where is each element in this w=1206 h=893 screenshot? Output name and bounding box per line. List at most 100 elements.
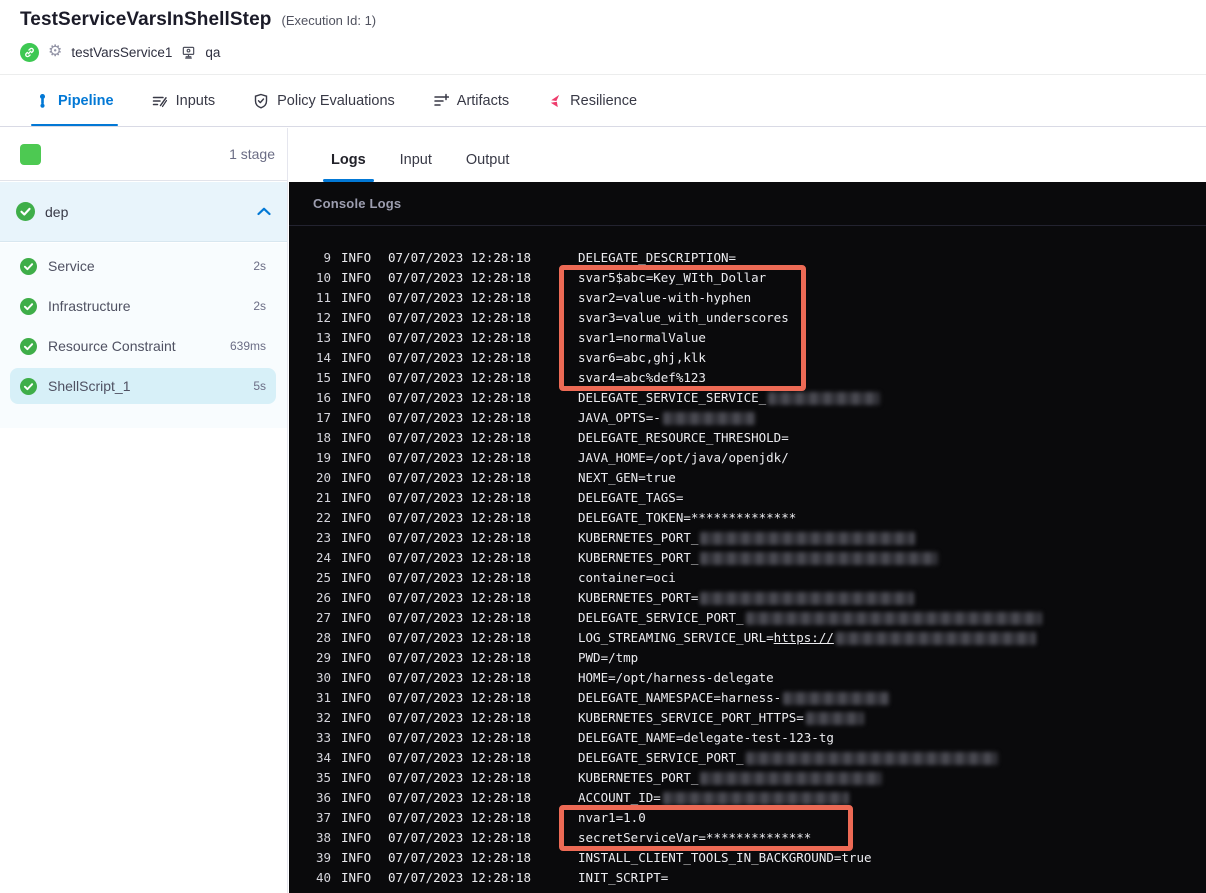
log-line-number: 33 [315,730,331,745]
log-timestamp: 07/07/2023 12:28:18 [388,390,531,405]
log-line-18: 18 INFO 07/07/2023 12:28:18 DELEGATE_RESOUR… [289,428,1206,448]
log-tab-logs[interactable]: Logs [323,152,374,182]
redacted-value [700,531,916,545]
execution-sidebar: 1 stage dep Service 2s Infrastructure 2s Res… [0,128,288,893]
log-level: INFO [341,650,372,665]
chevron-up-icon[interactable] [257,207,271,216]
log-message: KUBERNETES_PORT_ [578,548,939,568]
log-message: DELEGATE_SERVICE_PORT_ [578,748,998,768]
log-line-15: 15 INFO 07/07/2023 12:28:18 svar4=abc%def%1… [289,368,1206,388]
log-line-10: 10 INFO 07/07/2023 12:28:18 svar5$abc=Key_W… [289,268,1206,288]
log-timestamp: 07/07/2023 12:28:18 [388,550,531,565]
log-level: INFO [341,490,372,505]
log-line-29: 29 INFO 07/07/2023 12:28:18 PWD=/tmp [289,648,1206,668]
log-message: JAVA_HOME=/opt/java/openjdk/ [578,448,789,468]
log-tab-output[interactable]: Output [466,152,510,182]
log-text: secretServiceVar=************** [578,830,812,845]
stage-status-square[interactable] [20,144,41,165]
log-timestamp: 07/07/2023 12:28:18 [388,650,531,665]
tab-artifacts-label: Artifacts [456,93,510,109]
log-message: DELEGATE_RESOURCE_THRESHOLD= [578,428,789,448]
log-level: INFO [341,330,372,345]
service-name[interactable]: testVarsService1 [71,45,172,60]
log-text: INSTALL_CLIENT_TOOLS_IN_BACKGROUND=true [578,850,872,865]
log-line-number: 37 [315,810,331,825]
redacted-value [768,391,881,405]
log-text: JAVA_OPTS=- [578,410,661,425]
log-message: secretServiceVar=************** [578,828,811,848]
step-duration: 5s [253,379,266,393]
log-line-number: 29 [315,650,331,665]
log-message: DELEGATE_SERVICE_PORT_ [578,608,1042,628]
log-text: INIT_SCRIPT= [578,870,669,885]
log-timestamp: 07/07/2023 12:28:18 [388,850,531,865]
step-success-check-icon [20,337,37,355]
link-status-icon [20,42,39,62]
console-log-lines: 9 INFO 07/07/2023 12:28:18 DELEGATE_DESCRIP… [289,248,1206,888]
log-line-number: 25 [315,570,331,585]
redacted-value [700,551,939,565]
log-text: svar1=normalValue [578,330,706,345]
log-level: INFO [341,350,372,365]
log-message: svar4=abc%def%123 [578,368,706,388]
log-level: INFO [341,470,372,485]
log-line-number: 21 [315,490,331,505]
log-timestamp: 07/07/2023 12:28:18 [388,270,531,285]
log-timestamp: 07/07/2023 12:28:18 [388,670,531,685]
tab-artifacts[interactable]: Artifacts [433,76,509,126]
tab-resilience[interactable]: Resilience [547,76,637,126]
step-label: ShellScript_1 [48,378,131,394]
log-text: ACCOUNT_ID= [578,790,661,805]
log-line-number: 27 [315,610,331,625]
log-line-31: 31 INFO 07/07/2023 12:28:18 DELEGATE_NAMESP… [289,688,1206,708]
log-timestamp: 07/07/2023 12:28:18 [388,750,531,765]
step-duration: 2s [253,299,266,313]
log-text: svar6=abc,ghj,klk [578,350,706,365]
log-text: svar4=abc%def%123 [578,370,706,385]
log-line-number: 30 [315,670,331,685]
log-url-link[interactable]: https:// [774,628,834,648]
log-line-number: 14 [315,350,331,365]
log-level: INFO [341,530,372,545]
log-message: HOME=/opt/harness-delegate [578,668,774,688]
redacted-value [805,711,864,725]
log-level: INFO [341,830,372,845]
console-title: Console Logs [313,196,402,211]
log-line-14: 14 INFO 07/07/2023 12:28:18 svar6=abc,ghj,k… [289,348,1206,368]
log-message: nvar1=1.0 [578,808,646,828]
log-level: INFO [341,710,372,725]
log-level: INFO [341,770,372,785]
tab-policy-evaluations[interactable]: Policy Evaluations [253,76,395,126]
tab-inputs[interactable]: Inputs [152,76,215,126]
log-timestamp: 07/07/2023 12:28:18 [388,730,531,745]
log-timestamp: 07/07/2023 12:28:18 [388,690,531,705]
stage-success-check-icon [16,202,35,221]
log-text: nvar1=1.0 [578,810,646,825]
log-tab-input[interactable]: Input [400,152,432,182]
stage-group-dep[interactable]: dep [0,182,287,242]
log-line-number: 10 [315,270,331,285]
log-level: INFO [341,450,372,465]
redacted-value [745,611,1042,625]
sidebar-step-service[interactable]: Service 2s [10,248,276,284]
sidebar-step-infrastructure[interactable]: Infrastructure 2s [10,288,276,324]
log-text: DELEGATE_TAGS= [578,490,684,505]
log-text: NEXT_GEN=true [578,470,676,485]
tab-active-underline [31,123,118,126]
sidebar-step-shellscript-1[interactable]: ShellScript_1 5s [10,368,276,404]
log-text: LOG_STREAMING_SERVICE_URL= [578,630,774,645]
log-text: PWD=/tmp [578,650,639,665]
log-line-number: 39 [315,850,331,865]
environment-name[interactable]: qa [205,45,220,60]
sidebar-step-resource-constraint[interactable]: Resource Constraint 639ms [10,328,276,364]
log-level: INFO [341,550,372,565]
log-message: KUBERNETES_PORT_ [578,528,916,548]
inputs-icon [152,93,168,109]
log-timestamp: 07/07/2023 12:28:18 [388,250,531,265]
log-text: DELEGATE_TOKEN=************** [578,510,797,525]
log-level: INFO [341,630,372,645]
log-timestamp: 07/07/2023 12:28:18 [388,630,531,645]
tab-pipeline[interactable]: Pipeline [31,76,118,126]
log-timestamp: 07/07/2023 12:28:18 [388,770,531,785]
log-message: DELEGATE_SERVICE_SERVICE_ [578,388,881,408]
